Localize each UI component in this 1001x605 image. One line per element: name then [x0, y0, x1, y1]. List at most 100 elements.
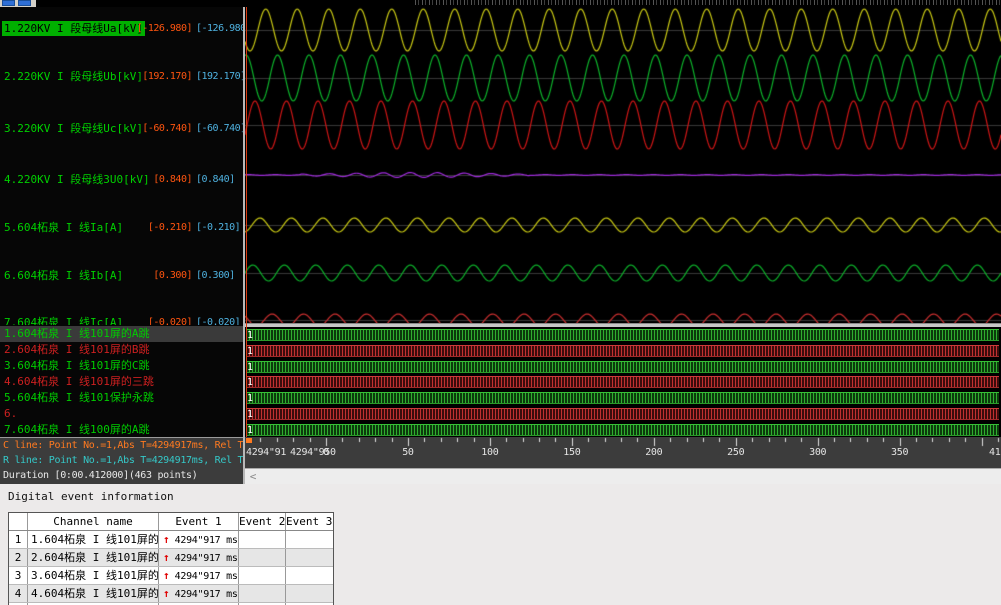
- rising-edge-arrow-icon: ↑: [163, 569, 170, 582]
- event-panel-title: Digital event information: [8, 490, 174, 503]
- column-header: Event 2: [239, 513, 286, 530]
- cursor-value-r: [-0.020]: [196, 316, 243, 325]
- ruler-tick-label: 300: [809, 447, 826, 458]
- event-table-row[interactable]: 22.604柘泉 I 线101屏的B跳↑4294"917 ms: [9, 549, 333, 567]
- digital-channel-row[interactable]: 3.604柘泉 I 线101屏的C跳: [0, 358, 243, 374]
- cursor-value-r: [-60.740]: [196, 122, 243, 136]
- analog-channel-row[interactable]: 3.220KV I 段母线Uc[kV][-60.740][-60.740]: [0, 121, 243, 137]
- analog-channel-row[interactable]: 6.604柘泉 I 线Ib[A][0.300][0.300]: [0, 268, 243, 284]
- rising-edge-arrow-icon: ↑: [163, 533, 170, 546]
- digital-channel-row[interactable]: 7.604柘泉 I 线100屏的A跳: [0, 422, 243, 437]
- cursor-status-box: C line: Point No.=1,Abs T=4294917ms, Rel…: [0, 437, 243, 484]
- row-number: 1: [9, 531, 28, 548]
- scrollbar-left-arrow[interactable]: <: [246, 470, 260, 483]
- trace-value: 1: [247, 346, 253, 357]
- digital-trace-bar[interactable]: 1: [246, 329, 999, 341]
- trace-value: 1: [247, 393, 253, 404]
- analog-waveform-area[interactable]: [245, 7, 1001, 323]
- trace-value: 1: [247, 425, 253, 436]
- digital-trace-bar[interactable]: 1: [246, 361, 999, 373]
- event-table-row[interactable]: 11.604柘泉 I 线101屏的A跳 ↑ 4294"917 ms: [9, 531, 333, 549]
- event-table-row[interactable]: 33.604柘泉 I 线101屏的C跳 ↑ 4294"917 ms: [9, 567, 333, 585]
- cursor-value-c: [0.840]: [130, 173, 192, 187]
- clipped-header-text: [415, 0, 1001, 5]
- digital-channel-row[interactable]: 2.604柘泉 I 线101屏的B跳: [0, 342, 243, 358]
- ruler-tick-label: 350: [891, 447, 908, 458]
- trace-value: 1: [247, 362, 253, 373]
- row-number: 3: [9, 567, 28, 584]
- ruler-edge-label: 41: [989, 447, 1000, 458]
- trace-value: 1: [247, 409, 253, 420]
- digital-trace-bar[interactable]: 1: [246, 376, 999, 388]
- cursor-flag-marker[interactable]: [246, 438, 252, 443]
- digital-trace-bar[interactable]: 1: [246, 408, 999, 420]
- event1-time: 4294"917 ms: [175, 571, 238, 582]
- digital-channel-row[interactable]: 5.604柘泉 I 线101保护永跳: [0, 390, 243, 406]
- horizontal-scrollbar[interactable]: <: [245, 468, 1001, 484]
- channel-name: 3.220KV I 段母线Uc[kV]: [2, 121, 145, 136]
- channel-name: 5.604柘泉 I 线Ia[A]: [2, 220, 125, 235]
- cursor-value-c: [-0.210]: [130, 221, 192, 235]
- analog-channel-list: 1.220KV I 段母线Ua[kV][-126.980][-126.980] 2…: [0, 7, 243, 325]
- event-info-panel: Digital event information Channel nameEv…: [0, 484, 1001, 605]
- trace-value: 1: [247, 330, 253, 341]
- ruler-tick-label: 150: [563, 447, 580, 458]
- time-ruler[interactable]: 0501001502002503003504294"914294"95041: [245, 437, 1001, 468]
- digital-channel-row[interactable]: 6.: [0, 406, 243, 422]
- event2-cell: [239, 585, 286, 602]
- event-channel-name: 2.604柘泉 I 线101屏的B跳: [28, 549, 159, 566]
- digital-trace-bar[interactable]: 1: [246, 392, 999, 404]
- toolbar: [0, 0, 36, 7]
- digital-channel-row[interactable]: 4.604柘泉 I 线101屏的三跳: [0, 374, 243, 390]
- cursor-value-c: [-0.020]: [130, 316, 192, 325]
- analog-channel-row[interactable]: 2.220KV I 段母线Ub[kV][192.170][192.170]: [0, 69, 243, 85]
- event1-cell: ↑4294"917 ms: [159, 549, 239, 566]
- event1-cell: ↑ 4294"917 ms: [159, 531, 239, 548]
- event1-time: 4294"917 ms: [175, 589, 238, 600]
- digital-trace-area[interactable]: 1 1 1 1 1 1 1: [245, 327, 1001, 437]
- event-channel-name: 3.604柘泉 I 线101屏的C跳: [28, 567, 159, 584]
- event2-cell: [239, 567, 286, 584]
- toolbar-icon-2[interactable]: [18, 0, 31, 6]
- channel-name: 2.220KV I 段母线Ub[kV]: [2, 69, 145, 84]
- event-channel-name: 1.604柘泉 I 线101屏的A跳: [28, 531, 159, 548]
- digital-channel-list: 1.604柘泉 I 线101屏的A跳2.604柘泉 I 线101屏的B跳3.60…: [0, 325, 243, 437]
- analog-channel-row[interactable]: 5.604柘泉 I 线Ia[A] [-0.210] [-0.210]: [0, 220, 243, 236]
- event1-time: 4294"917 ms: [175, 535, 238, 546]
- column-header: Event 1: [159, 513, 239, 530]
- ruler-tick-label: 50: [402, 447, 413, 458]
- rising-edge-arrow-icon: ↑: [163, 587, 170, 600]
- event3-cell: [286, 531, 332, 548]
- waveform-canvas[interactable]: [245, 7, 1001, 323]
- digital-channel-row[interactable]: 1.604柘泉 I 线101屏的A跳: [0, 326, 243, 342]
- ruler-tick-label: 200: [645, 447, 662, 458]
- digital-trace-bar[interactable]: 1: [246, 424, 999, 436]
- ruler-time-label: 4294"91: [246, 447, 286, 458]
- event2-cell: [239, 531, 286, 548]
- r-line-status: R line: Point No.=1,Abs T=4294917ms, Rel…: [3, 455, 278, 466]
- column-header: Channel name: [28, 513, 159, 530]
- ruler-tick-label: 250: [727, 447, 744, 458]
- event1-cell: ↑ 4294"917 ms: [159, 567, 239, 584]
- toolbar-icon-1[interactable]: [2, 0, 15, 6]
- c-cursor-line[interactable]: [246, 7, 247, 437]
- cursor-value-c: [192.170]: [130, 70, 192, 84]
- trace-value: 1: [247, 377, 253, 388]
- event1-time: 4294"917 ms: [175, 553, 238, 564]
- channel-name: 6.604柘泉 I 线Ib[A]: [2, 268, 125, 283]
- cursor-value-c: [-60.740]: [130, 122, 192, 136]
- c-line-status: C line: Point No.=1,Abs T=4294917ms, Rel…: [3, 440, 278, 451]
- column-header: Event 3: [286, 513, 332, 530]
- event1-cell: ↑ 4294"917 ms: [159, 585, 239, 602]
- cursor-value-c: [0.300]: [130, 269, 192, 283]
- cursor-value-c: [-126.980]: [130, 22, 192, 36]
- analog-channel-row[interactable]: 4.220KV I 段母线3U0[kV][0.840][0.840]: [0, 172, 243, 188]
- cursor-value-r: [0.840]: [196, 173, 243, 187]
- analog-channel-row[interactable]: 1.220KV I 段母线Ua[kV][-126.980][-126.980]: [0, 21, 243, 37]
- event-channel-name: 4.604柘泉 I 线101屏的三跳: [28, 585, 159, 602]
- digital-trace-bar[interactable]: 1: [246, 345, 999, 357]
- analog-channel-row[interactable]: 7.604柘泉 I 线Ic[A][-0.020][-0.020]: [0, 315, 243, 325]
- duration-status: Duration [0:00.412000](463 points): [3, 470, 198, 481]
- cursor-value-r: [-0.210]: [196, 221, 243, 235]
- event-table-row[interactable]: 44.604柘泉 I 线101屏的三跳↑4294"917 ms: [9, 585, 333, 603]
